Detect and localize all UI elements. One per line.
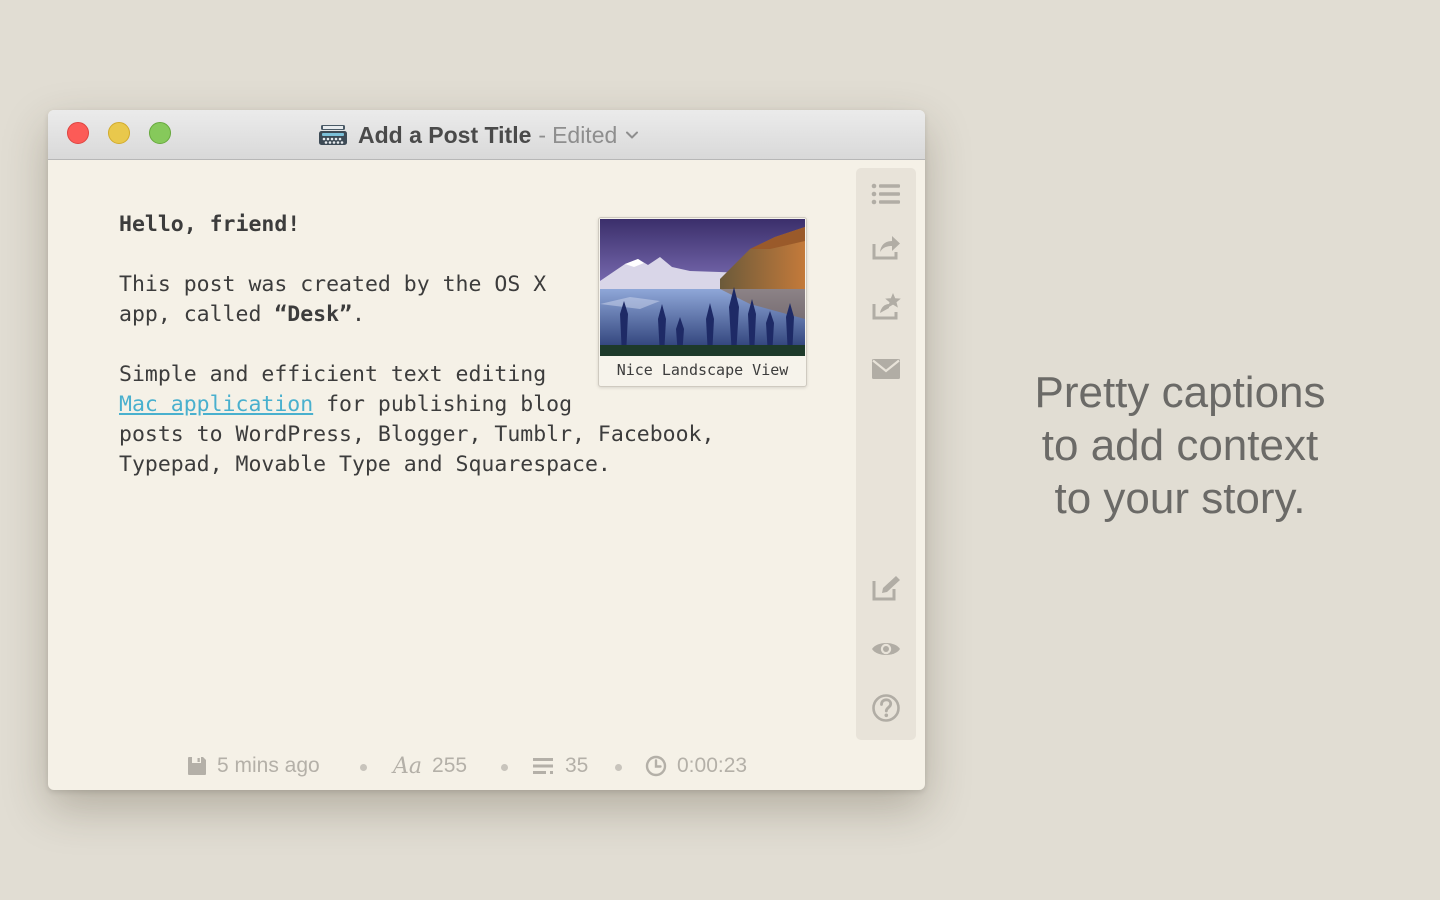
status-separator-dot bbox=[615, 764, 622, 771]
status-separator-dot bbox=[360, 764, 367, 771]
edit-icon bbox=[872, 576, 900, 601]
save-disk-icon bbox=[188, 757, 206, 775]
title-separator: - bbox=[538, 121, 547, 148]
document-title-menu[interactable]: Add a Post Title - Edited bbox=[318, 121, 639, 149]
help-button[interactable] bbox=[870, 692, 902, 724]
promo-line: to your story. bbox=[1054, 474, 1306, 523]
share-button[interactable] bbox=[870, 231, 902, 263]
minimize-button[interactable] bbox=[108, 122, 130, 144]
chevron-down-icon bbox=[626, 131, 639, 139]
promo-line: to add context bbox=[1041, 421, 1319, 470]
clock-icon bbox=[645, 755, 667, 777]
line-count-status[interactable]: 35 bbox=[533, 752, 588, 780]
typewriter-icon bbox=[319, 125, 347, 145]
line-count: 35 bbox=[565, 754, 589, 777]
list-icon bbox=[871, 183, 900, 205]
sidebar-toolbar bbox=[856, 168, 916, 740]
saved-status[interactable]: 5 mins ago bbox=[187, 752, 320, 780]
elapsed-time: 0:00:23 bbox=[677, 754, 748, 777]
help-icon bbox=[872, 694, 900, 722]
lines-icon bbox=[533, 758, 553, 774]
promo-line: Pretty captions bbox=[1034, 368, 1326, 417]
image-caption[interactable]: Nice Landscape View bbox=[599, 361, 806, 379]
bold-app-name: “Desk” bbox=[274, 302, 353, 327]
timer-status[interactable]: 0:00:23 bbox=[645, 752, 747, 780]
mac-application-link[interactable]: Mac application bbox=[119, 392, 313, 417]
email-button[interactable] bbox=[870, 353, 902, 385]
status-bar: 5 mins ago Aa 255 35 0:00:23 bbox=[48, 750, 925, 784]
editor-text-line: posts to WordPress, Blogger, Tumblr, Fac… bbox=[119, 422, 715, 447]
favorite-share-icon bbox=[872, 293, 901, 320]
image-figure[interactable]: Nice Landscape View bbox=[598, 217, 807, 387]
saved-time: 5 mins ago bbox=[217, 754, 320, 777]
mail-icon bbox=[872, 359, 900, 379]
app-window: Add a Post Title - Edited Hello, friend!… bbox=[48, 110, 925, 790]
close-button[interactable] bbox=[67, 122, 89, 144]
editor-text-line: Typepad, Movable Type and Squarespace. bbox=[119, 452, 611, 477]
word-count-status[interactable]: Aa 255 bbox=[393, 752, 467, 780]
promo-caption: Pretty captions to add context to your s… bbox=[990, 366, 1370, 525]
word-count: 255 bbox=[432, 754, 468, 777]
preview-button[interactable] bbox=[870, 633, 902, 665]
font-icon: Aa bbox=[393, 753, 423, 779]
document-status: Edited bbox=[552, 121, 618, 148]
edit-button[interactable] bbox=[870, 572, 902, 604]
publish-favorite-button[interactable] bbox=[870, 290, 902, 322]
share-icon bbox=[872, 236, 900, 260]
document-title: Add a Post Title bbox=[358, 121, 532, 148]
title-bar[interactable]: Add a Post Title - Edited bbox=[48, 110, 925, 160]
editor-text-line: Mac application for publishing blog bbox=[119, 392, 573, 417]
list-button[interactable] bbox=[870, 178, 902, 210]
status-separator-dot bbox=[501, 764, 508, 771]
landscape-image bbox=[600, 219, 805, 356]
preview-eye-icon bbox=[872, 643, 900, 655]
zoom-button[interactable] bbox=[149, 122, 171, 144]
